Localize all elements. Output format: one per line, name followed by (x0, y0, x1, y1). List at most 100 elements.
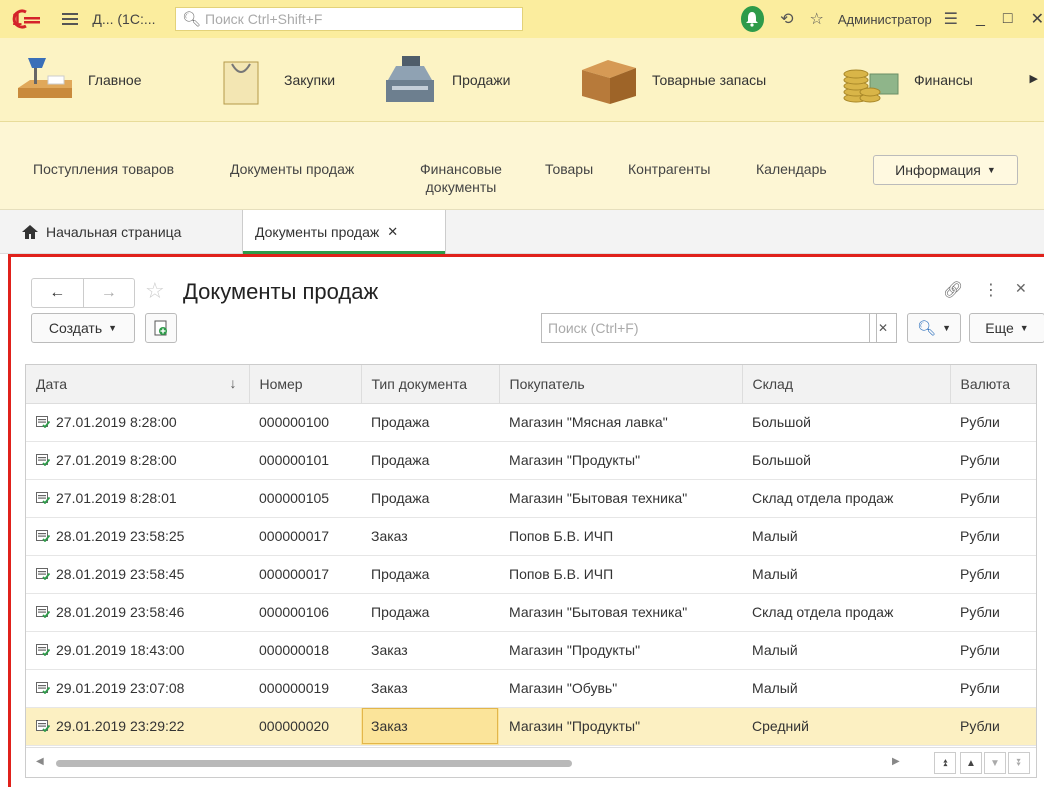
info-dropdown-button[interactable]: Информация ▼ (873, 155, 1018, 185)
table-row[interactable]: 29.01.2019 23:29:22 000000020 Заказ Магазин… (26, 707, 1036, 746)
cell-currency[interactable]: Рубли (950, 707, 1036, 746)
scrollbar-thumb[interactable] (56, 760, 572, 767)
table-row[interactable]: 28.01.2019 23:58:46 000000106 Продажа Магаз… (26, 593, 1036, 632)
cell-number[interactable]: 000000018 (249, 631, 361, 670)
column-currency[interactable]: Валюта (950, 365, 1036, 404)
cell-buyer[interactable]: Магазин "Бытовая техника" (499, 479, 742, 518)
clear-search-icon[interactable]: ✕ (869, 313, 897, 343)
user-name[interactable]: Администратор (838, 12, 932, 27)
cell-date[interactable]: 29.01.2019 23:29:22 (26, 707, 249, 746)
cell-number[interactable]: 000000017 (249, 517, 361, 556)
cell-doc-type[interactable]: Заказ (361, 631, 499, 670)
cell-buyer[interactable]: Магазин "Обувь" (499, 669, 742, 708)
link-counterparties[interactable]: Контрагенты (628, 160, 710, 178)
cell-number[interactable]: 000000100 (249, 403, 361, 442)
cell-number[interactable]: 000000106 (249, 593, 361, 632)
close-window-icon[interactable]: ✕ (1031, 9, 1044, 29)
cell-doc-type[interactable]: Заказ (361, 517, 499, 556)
cell-date[interactable]: 27.01.2019 8:28:00 (26, 403, 249, 442)
cell-currency[interactable]: Рубли (950, 669, 1036, 708)
page-up-icon[interactable]: ▲ (960, 752, 982, 774)
tab-home[interactable]: Начальная страница (22, 210, 181, 254)
cell-currency[interactable]: Рубли (950, 593, 1036, 632)
cell-warehouse[interactable]: Малый (742, 555, 950, 594)
cell-warehouse[interactable]: Малый (742, 631, 950, 670)
cell-doc-type[interactable]: Продажа (361, 555, 499, 594)
cell-currency[interactable]: Рубли (950, 631, 1036, 670)
cell-buyer[interactable]: Магазин "Продукты" (499, 631, 742, 670)
cell-warehouse[interactable]: Малый (742, 517, 950, 556)
section-sales[interactable]: Продажи (364, 38, 564, 122)
cell-date[interactable]: 28.01.2019 23:58:45 (26, 555, 249, 594)
search-input[interactable]: Поиск (Ctrl+F) (541, 313, 877, 343)
cell-date[interactable]: 29.01.2019 23:07:08 (26, 669, 249, 708)
cell-buyer[interactable]: Магазин "Продукты" (499, 707, 742, 746)
column-warehouse[interactable]: Склад (742, 365, 951, 404)
cell-currency[interactable]: Рубли (950, 555, 1036, 594)
column-number[interactable]: Номер (249, 365, 362, 404)
cell-warehouse[interactable]: Склад отдела продаж (742, 479, 950, 518)
cell-doc-type[interactable]: Заказ (361, 669, 499, 708)
table-row[interactable]: 29.01.2019 18:43:00 000000018 Заказ Магазин… (26, 631, 1036, 670)
close-form-icon[interactable]: ✕ (1015, 280, 1027, 297)
cell-date[interactable]: 28.01.2019 23:58:46 (26, 593, 249, 632)
last-page-icon[interactable]: ⏬︎ (1008, 752, 1030, 774)
tab-sales-documents[interactable]: Документы продаж ✕ (242, 210, 446, 254)
back-arrow-icon[interactable]: ← (32, 279, 83, 307)
more-actions-button[interactable]: Еще ▼ (969, 313, 1044, 343)
cell-doc-type[interactable]: Продажа (361, 441, 499, 480)
cell-doc-type[interactable]: Продажа (361, 479, 499, 518)
cell-currency[interactable]: Рубли (950, 479, 1036, 518)
cell-buyer[interactable]: Попов Б.В. ИЧП (499, 555, 742, 594)
table-row[interactable]: 28.01.2019 23:58:45 000000017 Продажа Попов… (26, 555, 1036, 594)
more-vertical-icon[interactable]: ⋮ (983, 280, 999, 300)
first-page-icon[interactable]: ⏫︎ (934, 752, 956, 774)
history-icon[interactable]: ⟲ (780, 9, 793, 29)
settings-menu-icon[interactable]: ☰ (944, 9, 958, 29)
cell-currency[interactable]: Рубли (950, 517, 1036, 556)
table-row[interactable]: 27.01.2019 8:28:00 000000101 Продажа Магази… (26, 441, 1036, 480)
section-main[interactable]: Главное (0, 38, 196, 122)
forward-arrow-icon[interactable]: → (84, 279, 135, 307)
horizontal-scrollbar[interactable]: ◀ ▶ ⏫︎ ▲ ▼ ⏬︎ (26, 747, 1036, 777)
1c-logo[interactable]: 1 (12, 8, 56, 30)
cell-currency[interactable]: Рубли (950, 403, 1036, 442)
column-doc-type[interactable]: Тип документа (361, 365, 500, 404)
sections-scroll-right-icon[interactable]: ▶ (1030, 72, 1038, 85)
link-goods-receipts[interactable]: Поступления товаров (33, 160, 174, 178)
create-button[interactable]: Создать ▼ (31, 313, 135, 343)
cell-number[interactable]: 000000019 (249, 669, 361, 708)
link-calendar[interactable]: Календарь (756, 160, 827, 178)
cell-buyer[interactable]: Магазин "Бытовая техника" (499, 593, 742, 632)
cell-currency[interactable]: Рубли (950, 441, 1036, 480)
cell-number[interactable]: 000000020 (249, 707, 361, 746)
cell-date[interactable]: 28.01.2019 23:58:25 (26, 517, 249, 556)
create-based-on-button[interactable] (145, 313, 177, 343)
table-row[interactable]: 28.01.2019 23:58:25 000000017 Заказ Попов Б… (26, 517, 1036, 556)
favorite-star-icon[interactable]: ☆ (145, 278, 165, 304)
cell-warehouse[interactable]: Большой (742, 403, 950, 442)
close-tab-icon[interactable]: ✕ (387, 224, 398, 240)
table-row[interactable]: 27.01.2019 8:28:01 000000105 Продажа Магази… (26, 479, 1036, 518)
cell-doc-type[interactable]: Продажа (361, 403, 499, 442)
cell-warehouse[interactable]: Малый (742, 669, 950, 708)
link-goods[interactable]: Товары (545, 160, 593, 178)
link-icon[interactable]: 🔗︎ (943, 280, 963, 300)
favorites-star-icon[interactable]: ☆ (810, 9, 824, 29)
global-search-input[interactable]: 🔍︎ Поиск Ctrl+Shift+F (174, 7, 523, 31)
cell-buyer[interactable]: Попов Б.В. ИЧП (499, 517, 742, 556)
section-finance[interactable]: Финансы (826, 38, 1022, 122)
section-inventory[interactable]: Товарные запасы (564, 38, 826, 122)
notifications-bell-icon[interactable] (740, 6, 765, 32)
link-sales-documents[interactable]: Документы продаж (230, 160, 354, 178)
cell-doc-type[interactable]: Продажа (361, 593, 499, 632)
cell-warehouse[interactable]: Большой (742, 441, 950, 480)
table-row[interactable]: 27.01.2019 8:28:00 000000100 Продажа Магази… (26, 403, 1036, 442)
link-financial-documents[interactable]: Финансовые документы (411, 160, 511, 196)
cell-date[interactable]: 27.01.2019 8:28:01 (26, 479, 249, 518)
section-purchases[interactable]: Закупки (196, 38, 364, 122)
cell-warehouse[interactable]: Средний (742, 707, 950, 746)
cell-number[interactable]: 000000017 (249, 555, 361, 594)
cell-date[interactable]: 27.01.2019 8:28:00 (26, 441, 249, 480)
column-buyer[interactable]: Покупатель (499, 365, 743, 404)
